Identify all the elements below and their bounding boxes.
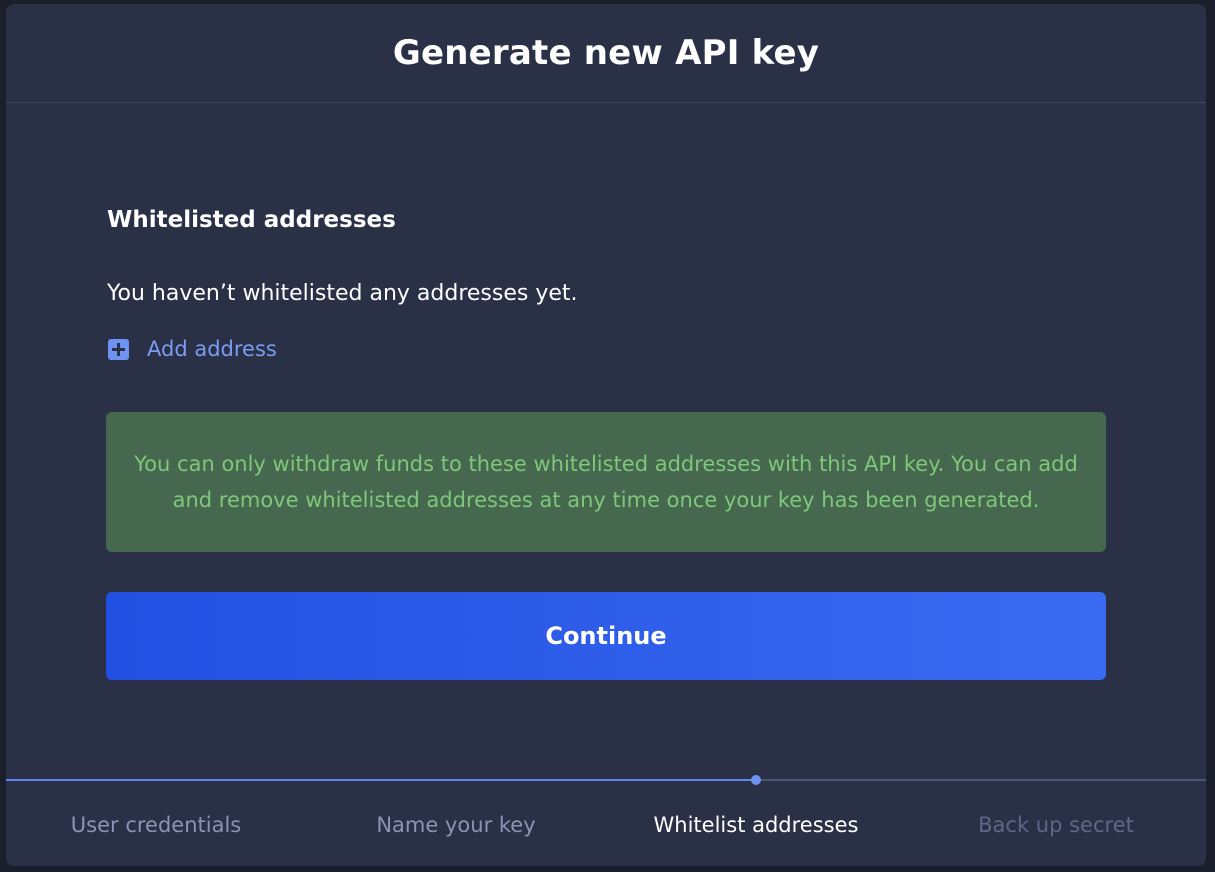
add-address-button[interactable]: Add address bbox=[108, 337, 277, 361]
stepper-current-dot bbox=[751, 775, 761, 785]
continue-button[interactable]: Continue bbox=[106, 592, 1106, 680]
step-whitelist-addresses: Whitelist addresses bbox=[653, 813, 859, 837]
modal-header: Generate new API key bbox=[6, 4, 1206, 103]
step-user-credentials: User credentials bbox=[70, 813, 242, 837]
progress-stepper: User credentials Name your key Whitelist… bbox=[6, 775, 1206, 866]
api-key-modal: Generate new API key Whitelisted address… bbox=[6, 4, 1206, 866]
step-name-your-key: Name your key bbox=[376, 813, 536, 837]
modal-title: Generate new API key bbox=[392, 33, 820, 73]
info-notice: You can only withdraw funds to these whi… bbox=[106, 412, 1106, 552]
plus-square-icon bbox=[108, 338, 129, 360]
add-address-label: Add address bbox=[147, 337, 277, 361]
section-title: Whitelisted addresses bbox=[107, 207, 396, 233]
empty-state-text: You haven’t whitelisted any addresses ye… bbox=[107, 281, 578, 306]
stepper-progress bbox=[6, 779, 756, 781]
notice-text: You can only withdraw funds to these whi… bbox=[134, 452, 1078, 512]
step-back-up-secret: Back up secret bbox=[978, 813, 1134, 837]
